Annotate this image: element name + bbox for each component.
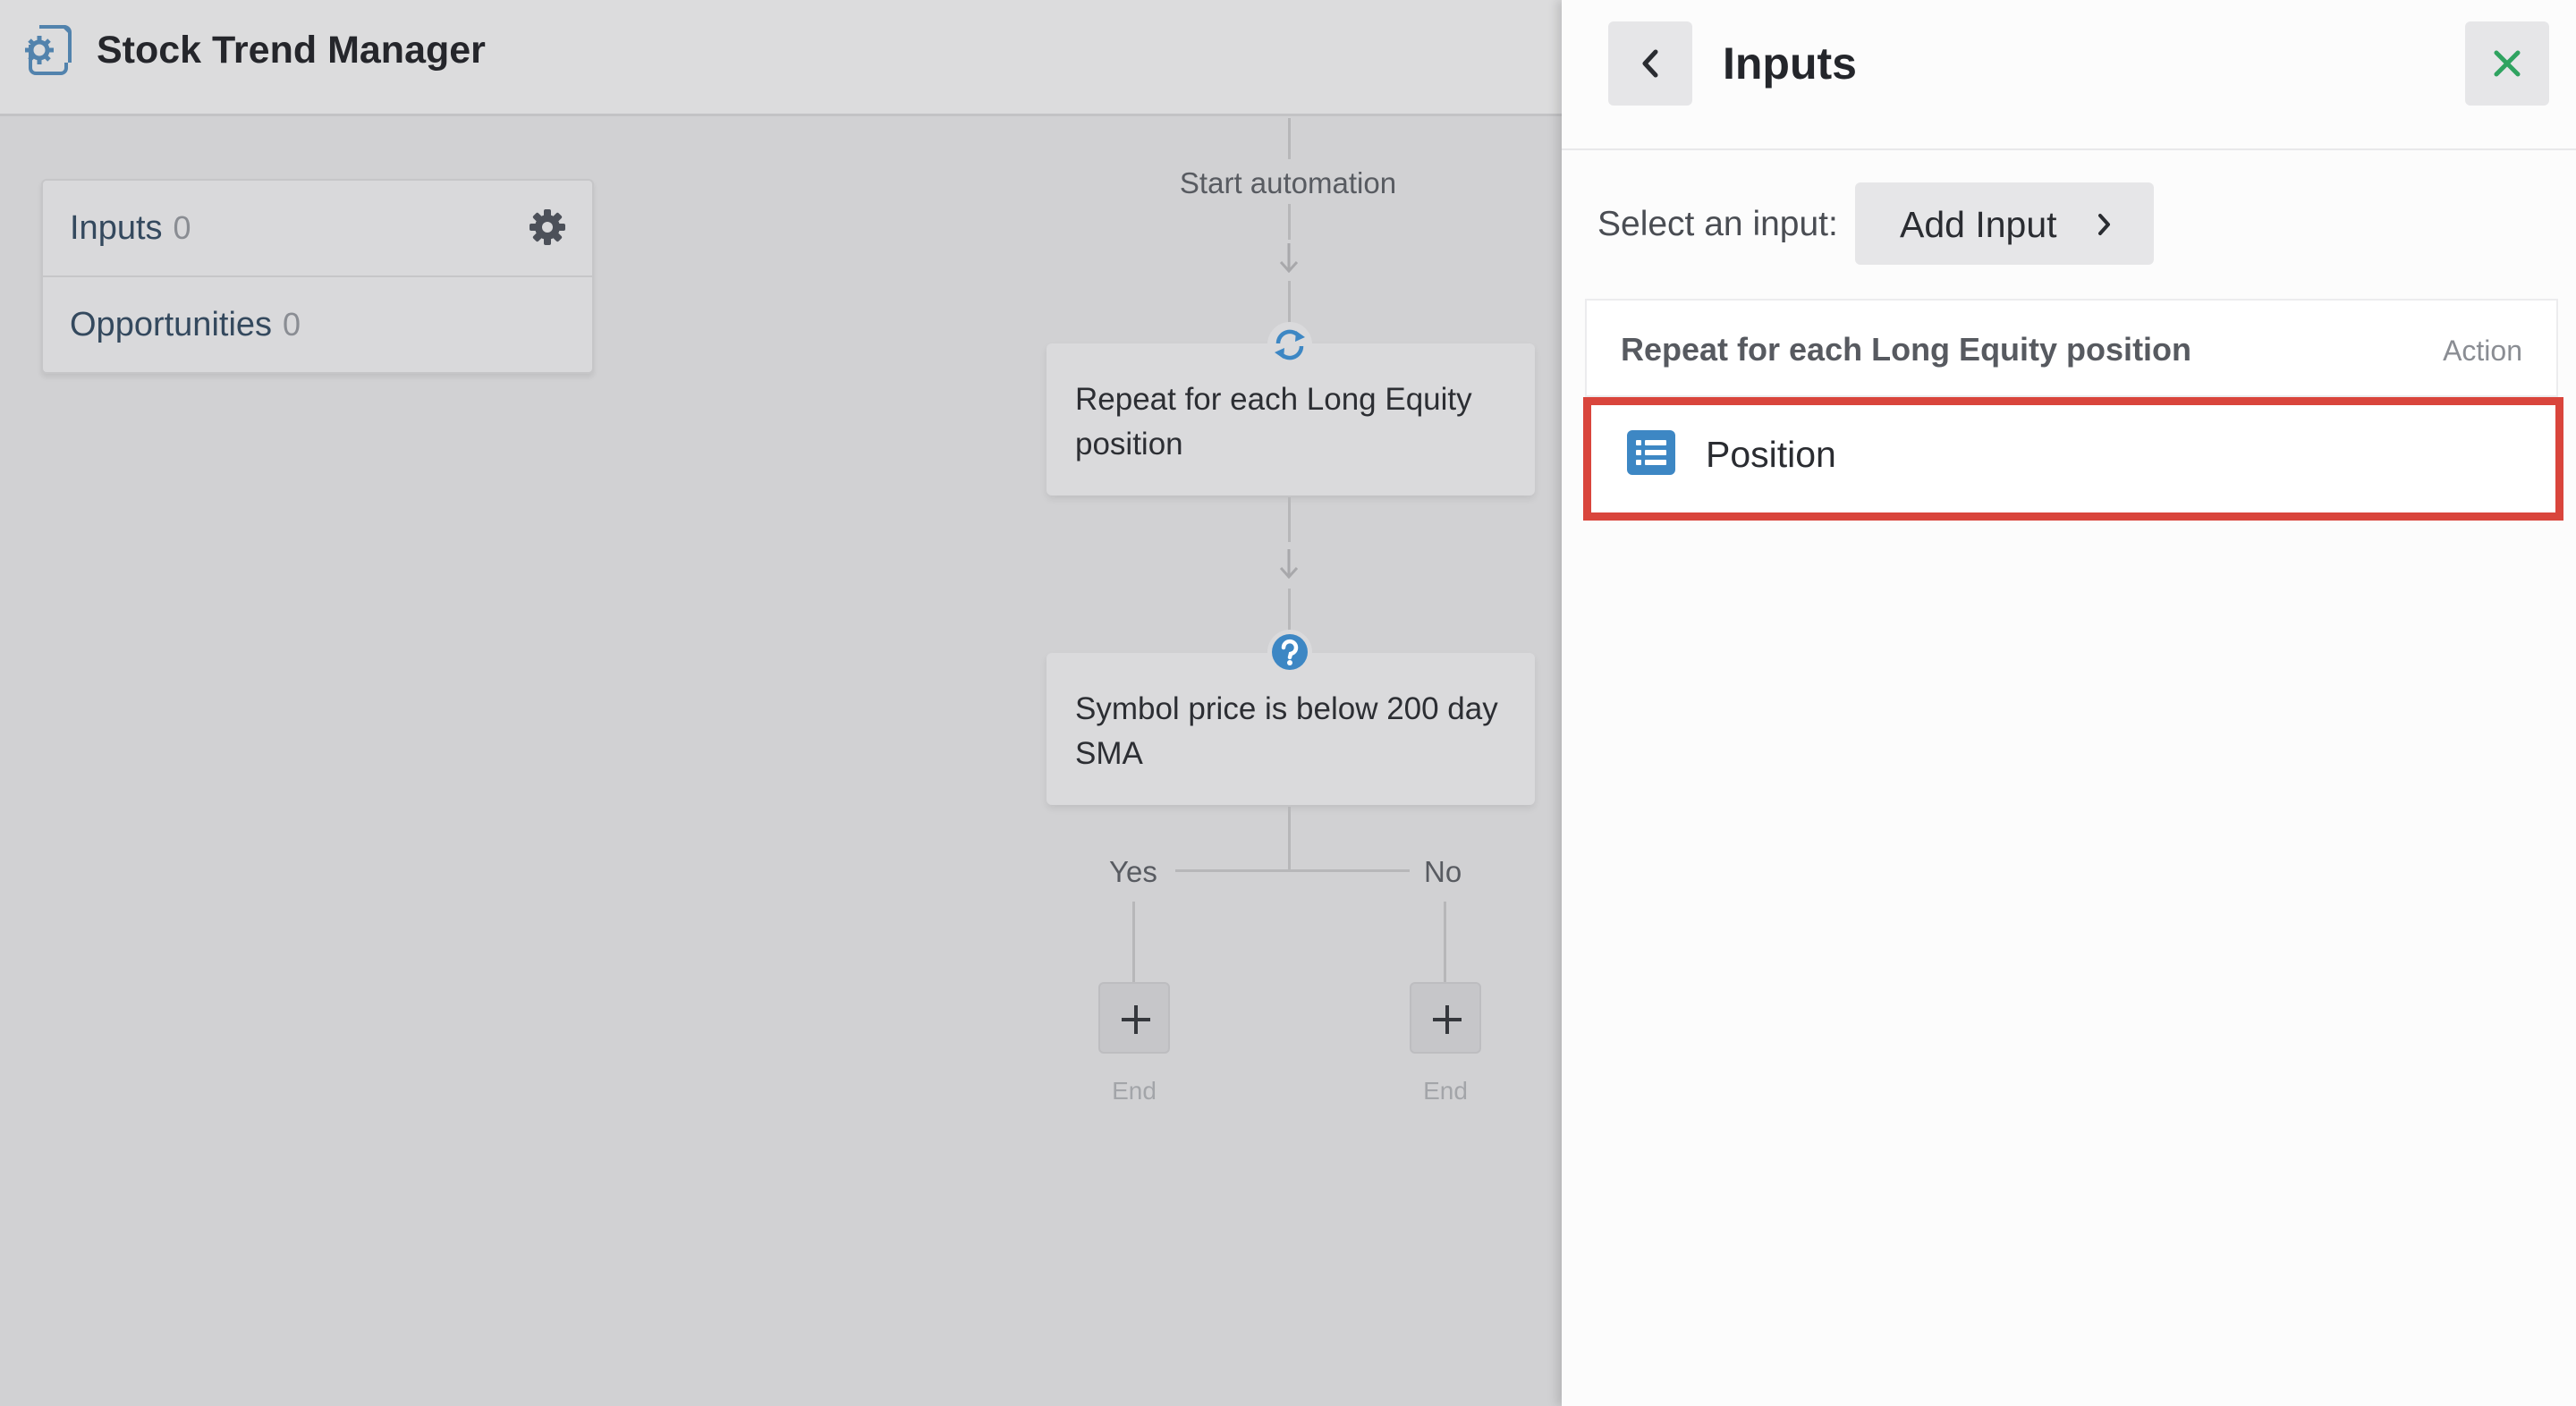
connector-line (1288, 281, 1291, 324)
condition-badge (1267, 630, 1312, 674)
inputs-label: Inputs (70, 209, 163, 247)
app-title: Stock Trend Manager (97, 29, 486, 72)
close-button[interactable] (2465, 21, 2549, 106)
chevron-right-icon (2098, 214, 2110, 235)
connector-line (1288, 118, 1291, 159)
add-input-label: Add Input (1900, 204, 2057, 245)
list-icon (1627, 430, 1675, 475)
start-automation-label: Start automation (1179, 166, 1397, 199)
end-label-yes: End (1112, 1077, 1157, 1105)
add-step-yes-button[interactable] (1098, 982, 1170, 1054)
branch-line (1175, 869, 1410, 872)
down-arrow-icon (1279, 243, 1299, 274)
input-group-type: Action (2443, 335, 2522, 367)
connector-line (1288, 497, 1291, 542)
end-label-no: End (1423, 1077, 1468, 1105)
input-option-position[interactable]: Position (1583, 397, 2563, 521)
input-group-header: Repeat for each Long Equity position Act… (1587, 301, 2556, 397)
input-group-name: Repeat for each Long Equity position (1621, 331, 2192, 368)
repeat-node-text: Repeat for each Long Equity position (1075, 382, 1472, 462)
opportunities-count: 0 (283, 306, 301, 343)
connector-line (1288, 204, 1291, 240)
repeat-badge (1267, 322, 1312, 367)
down-arrow-icon (1279, 549, 1299, 580)
inputs-count: 0 (173, 209, 191, 246)
gear-document-icon (25, 25, 72, 75)
add-step-no-button[interactable] (1410, 982, 1481, 1054)
question-icon (1272, 634, 1308, 670)
add-input-button[interactable]: Add Input (1855, 182, 2154, 265)
condition-node[interactable]: Symbol price is below 200 day SMA (1046, 653, 1535, 805)
input-group-card: Repeat for each Long Equity position Act… (1583, 299, 2563, 521)
back-button[interactable] (1608, 21, 1692, 106)
app-header: Stock Trend Manager (0, 0, 1562, 116)
opportunities-label: Opportunities (70, 306, 273, 343)
repeat-icon (1275, 329, 1305, 360)
panel-title: Inputs (1723, 38, 1857, 89)
panel-header: Inputs (1562, 0, 2576, 150)
connector-line (1132, 902, 1135, 982)
connector-line (1288, 589, 1291, 633)
no-branch-label: No (1424, 855, 1462, 888)
connector-line (1444, 902, 1446, 982)
close-icon (2494, 50, 2521, 77)
input-option-label: Position (1706, 434, 1836, 475)
gear-icon[interactable] (528, 208, 567, 247)
yes-branch-label: Yes (1109, 855, 1157, 888)
inputs-panel: Inputs Select an input: Add Input Repeat… (1562, 0, 2576, 1406)
connector-line (1288, 807, 1291, 871)
automation-canvas: Stock Trend Manager Inputs 0 Opportuniti… (0, 0, 1562, 1406)
plus-icon (1433, 1005, 1462, 1034)
counts-panel: Inputs 0 Opportunities 0 (41, 179, 594, 374)
inputs-count-row[interactable]: Inputs 0 (43, 181, 592, 277)
opportunities-count-row[interactable]: Opportunities 0 (43, 277, 592, 374)
plus-icon (1122, 1005, 1150, 1034)
condition-node-text: Symbol price is below 200 day SMA (1075, 691, 1498, 771)
chevron-left-icon (1642, 49, 1658, 78)
select-input-label: Select an input: (1597, 205, 1838, 243)
